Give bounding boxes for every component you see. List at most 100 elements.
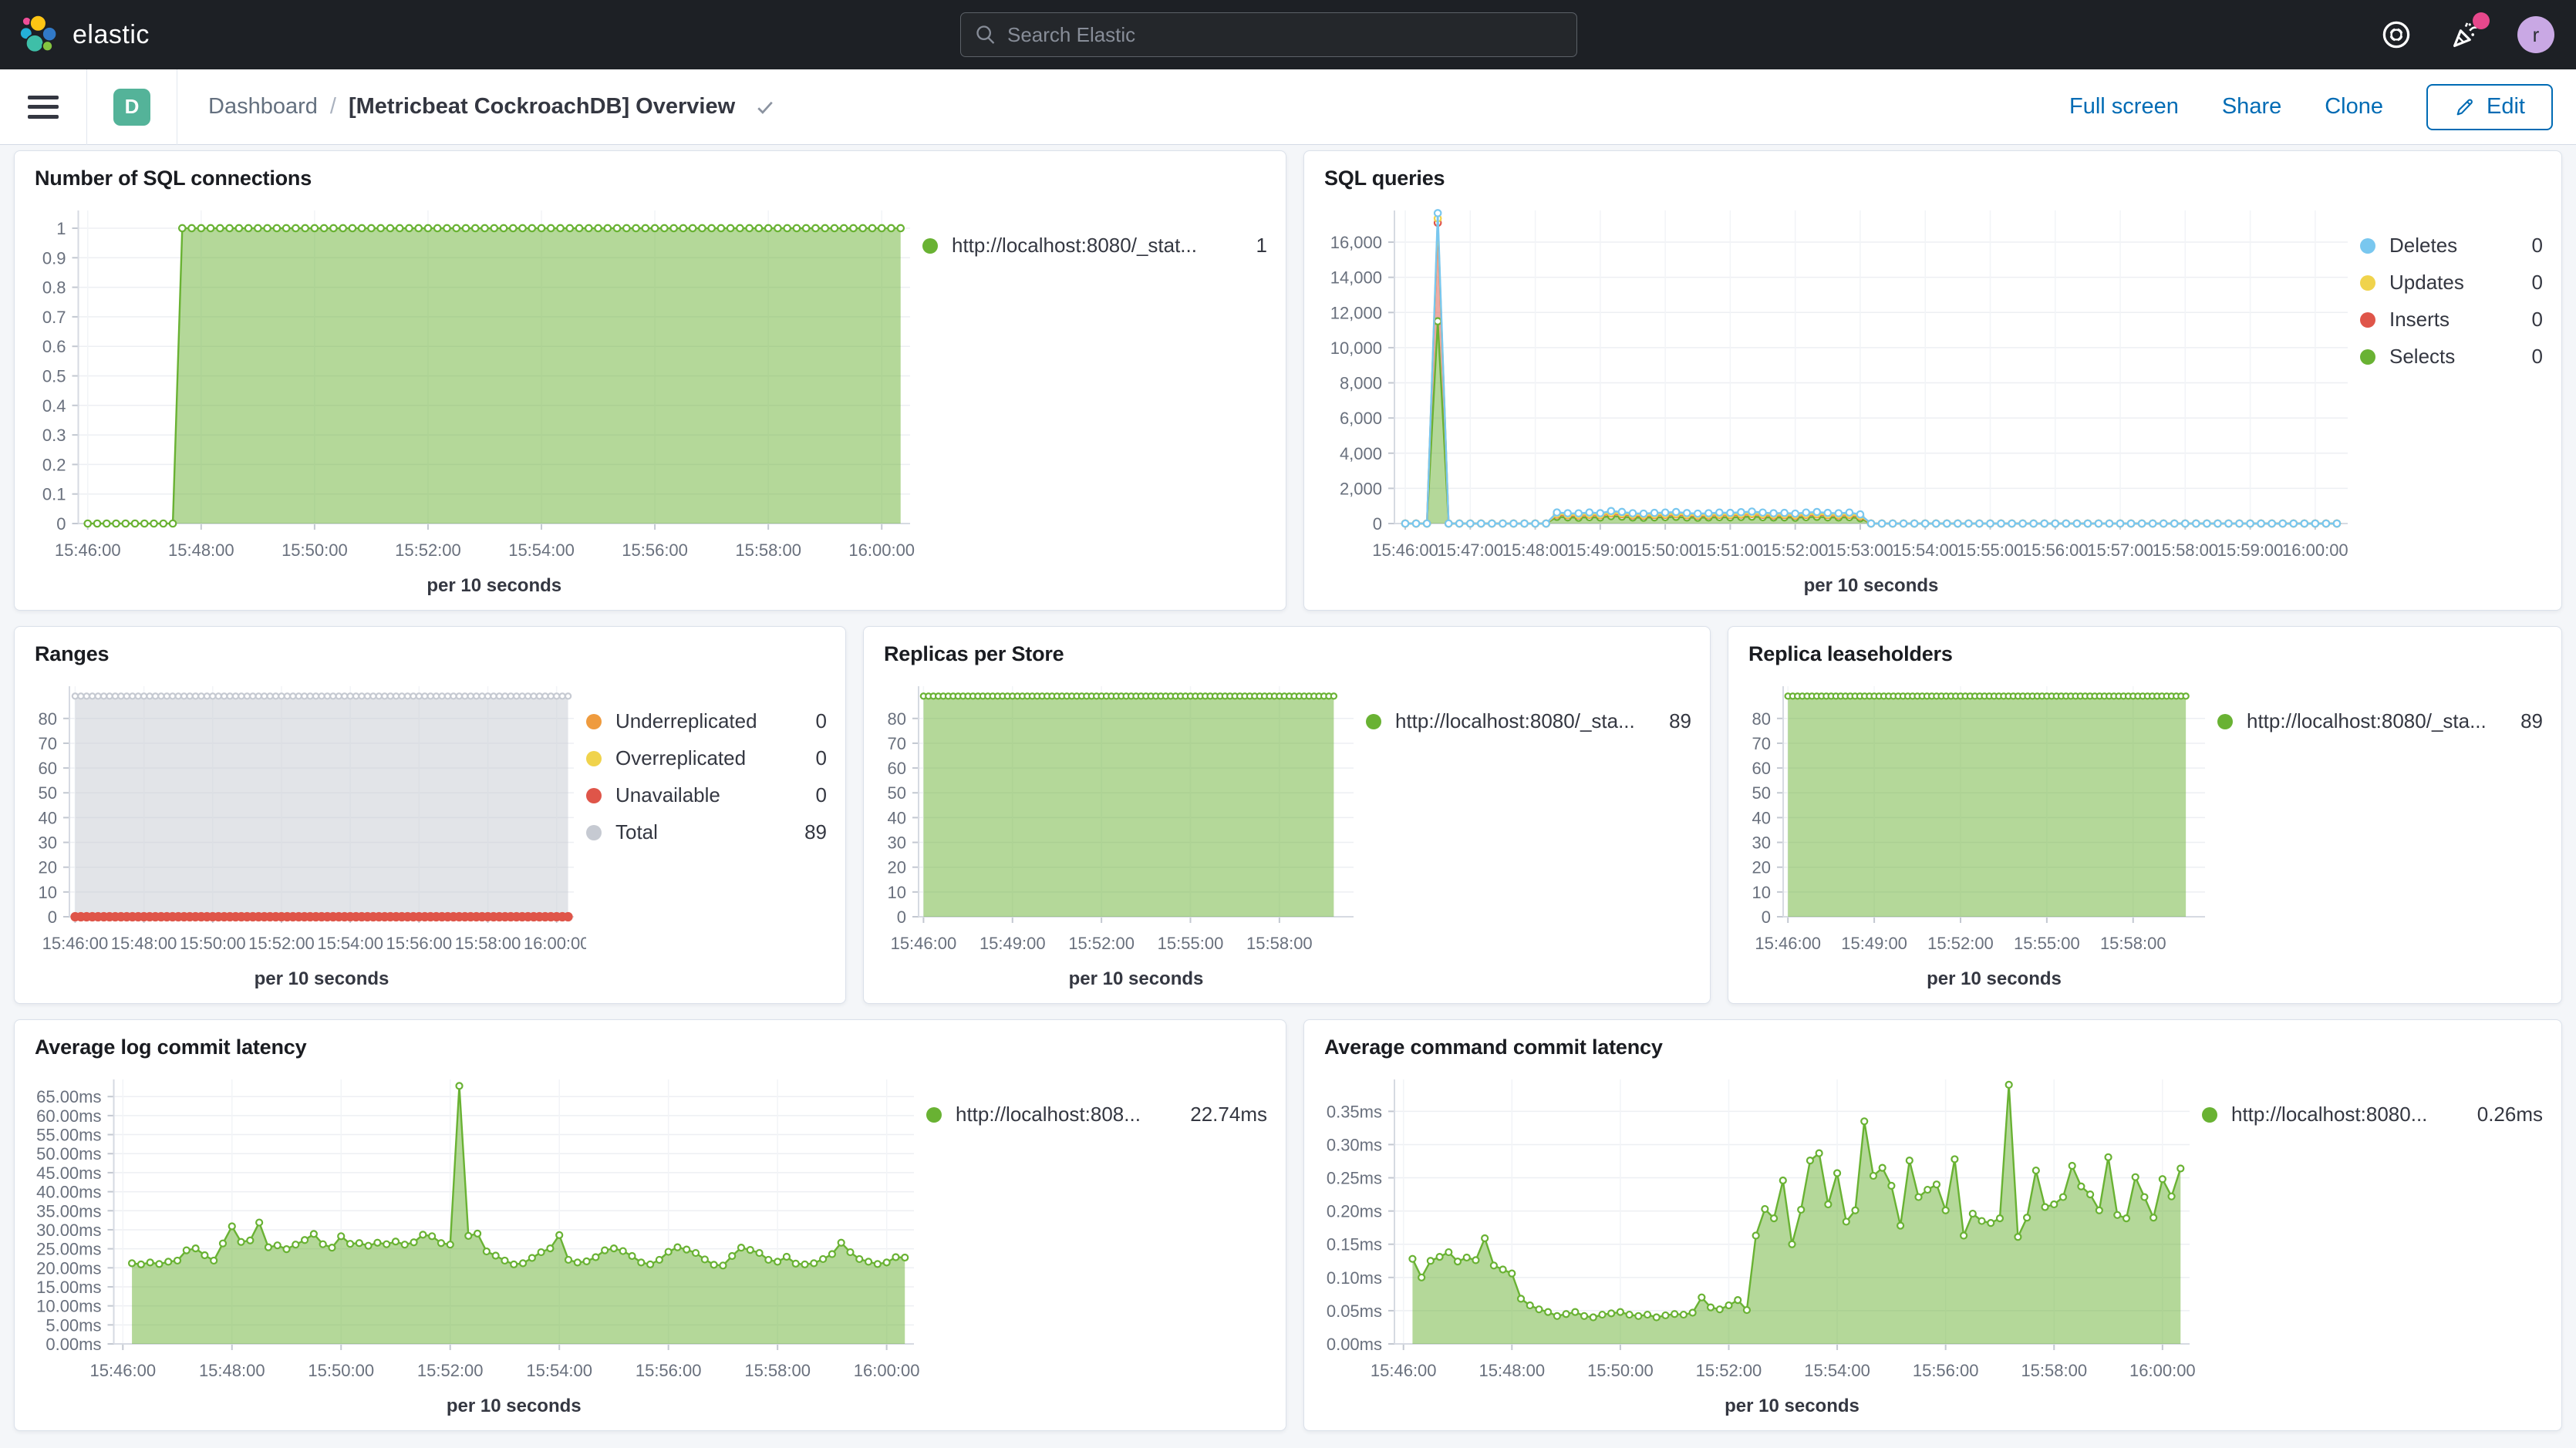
pencil-icon — [2454, 96, 2476, 118]
svg-text:40: 40 — [1752, 808, 1771, 827]
panel-title: Replica leaseholders — [1748, 642, 2541, 666]
svg-text:0.4: 0.4 — [42, 396, 66, 416]
svg-text:60: 60 — [39, 759, 57, 778]
legend-item[interactable]: http://localhost:808...22.74ms — [926, 1103, 1267, 1126]
space-avatar[interactable]: D — [113, 89, 150, 126]
svg-text:15:46:00: 15:46:00 — [1372, 540, 1438, 560]
clone-button[interactable]: Clone — [2325, 94, 2383, 120]
chart-plot[interactable]: 02,0004,0006,0008,00010,00012,00014,0001… — [1309, 192, 2360, 604]
legend-item[interactable]: Total89 — [586, 820, 827, 844]
svg-text:0.15ms: 0.15ms — [1327, 1235, 1382, 1254]
toolbar-divider — [86, 69, 87, 145]
svg-text:35.00ms: 35.00ms — [36, 1201, 101, 1221]
svg-text:2,000: 2,000 — [1340, 479, 1382, 498]
svg-text:0: 0 — [56, 514, 66, 534]
svg-text:10: 10 — [888, 883, 906, 902]
chart-plot[interactable]: 0.00ms0.05ms0.10ms0.15ms0.20ms0.25ms0.30… — [1309, 1061, 2202, 1424]
svg-text:15:55:00: 15:55:00 — [1957, 540, 2024, 560]
svg-text:per 10 seconds: per 10 seconds — [1069, 968, 1204, 989]
svg-text:16:00:00: 16:00:00 — [524, 934, 586, 953]
svg-text:1: 1 — [56, 219, 66, 238]
svg-text:0.2: 0.2 — [42, 455, 66, 474]
chart-legend: Deletes0 Updates0 Inserts0 Selects0 — [2360, 192, 2549, 604]
search-input[interactable] — [1007, 23, 1563, 47]
svg-text:70: 70 — [39, 734, 57, 753]
svg-text:15:56:00: 15:56:00 — [636, 1361, 702, 1380]
full-screen-button[interactable]: Full screen — [2069, 94, 2179, 120]
legend-item[interactable]: Underreplicated0 — [586, 709, 827, 733]
panel-command-commit-latency: Average command commit latency 0.00ms0.0… — [1303, 1019, 2562, 1431]
logo-text: elastic — [72, 20, 150, 50]
legend-item[interactable]: Deletes0 — [2360, 234, 2543, 258]
svg-text:15:54:00: 15:54:00 — [526, 1361, 592, 1380]
help-icon[interactable] — [2379, 17, 2414, 52]
legend-item[interactable]: http://localhost:8080/_sta...89 — [2217, 709, 2543, 733]
edit-button-label: Edit — [2487, 94, 2525, 120]
svg-text:80: 80 — [39, 709, 57, 729]
svg-text:60: 60 — [1752, 759, 1771, 778]
svg-text:15:51:00: 15:51:00 — [1698, 540, 1764, 560]
chart-plot[interactable]: 0102030405060708015:46:0015:48:0015:50:0… — [19, 668, 586, 997]
svg-text:15:55:00: 15:55:00 — [1158, 934, 1224, 953]
chart-plot[interactable]: 0.00ms5.00ms10.00ms15.00ms20.00ms25.00ms… — [19, 1061, 926, 1424]
svg-text:40: 40 — [39, 808, 57, 827]
svg-text:70: 70 — [1752, 734, 1771, 753]
news-icon[interactable] — [2448, 17, 2483, 52]
svg-text:70: 70 — [888, 734, 906, 753]
svg-text:0.5: 0.5 — [42, 366, 66, 386]
legend-item[interactable]: Overreplicated0 — [586, 746, 827, 770]
legend-series-value: 89 — [2515, 709, 2543, 733]
svg-text:per 10 seconds: per 10 seconds — [255, 968, 389, 989]
legend-series-dot — [926, 1107, 942, 1123]
svg-text:0.3: 0.3 — [42, 426, 66, 445]
svg-text:15:54:00: 15:54:00 — [1892, 540, 1958, 560]
svg-text:20.00ms: 20.00ms — [36, 1258, 101, 1278]
chart-plot[interactable]: 0102030405060708015:46:0015:49:0015:52:0… — [1733, 668, 2217, 997]
user-avatar[interactable]: r — [2517, 16, 2554, 53]
svg-text:15:52:00: 15:52:00 — [1068, 934, 1135, 953]
panel-replica-leaseholders: Replica leaseholders 0102030405060708015… — [1728, 626, 2562, 1004]
legend-series-dot — [922, 238, 938, 254]
svg-text:4,000: 4,000 — [1340, 444, 1382, 463]
svg-text:0.05ms: 0.05ms — [1327, 1302, 1382, 1321]
legend-item[interactable]: Updates0 — [2360, 271, 2543, 295]
svg-text:15:58:00: 15:58:00 — [2021, 1361, 2087, 1380]
edit-button[interactable]: Edit — [2426, 84, 2553, 130]
chart-canvas: 0.00ms0.05ms0.10ms0.15ms0.20ms0.25ms0.30… — [1309, 1061, 2202, 1424]
legend-series-dot — [586, 714, 602, 729]
chart-legend: http://localhost:8080/_stat...1 — [922, 192, 1273, 604]
breadcrumb: Dashboard / [Metricbeat CockroachDB] Ove… — [208, 94, 777, 120]
svg-text:0: 0 — [1762, 908, 1771, 927]
svg-text:50.00ms: 50.00ms — [36, 1144, 101, 1163]
svg-text:15:58:00: 15:58:00 — [735, 540, 801, 560]
breadcrumb-dashboard-link[interactable]: Dashboard — [208, 94, 318, 120]
svg-text:15:48:00: 15:48:00 — [199, 1361, 265, 1380]
legend-series-dot — [1366, 714, 1381, 729]
dashboard-toolbar: D Dashboard / [Metricbeat CockroachDB] O… — [0, 69, 2576, 145]
svg-text:15:46:00: 15:46:00 — [42, 934, 109, 953]
legend-item[interactable]: Inserts0 — [2360, 308, 2543, 332]
legend-item[interactable]: http://localhost:8080/_stat...1 — [922, 234, 1267, 258]
panel-title: SQL queries — [1324, 167, 2541, 190]
legend-item[interactable]: Unavailable0 — [586, 783, 827, 807]
svg-text:15:58:00: 15:58:00 — [455, 934, 521, 953]
legend-item[interactable]: Selects0 — [2360, 345, 2543, 369]
svg-text:14,000: 14,000 — [1330, 268, 1382, 288]
svg-text:6,000: 6,000 — [1340, 409, 1382, 428]
legend-item[interactable]: http://localhost:8080...0.26ms — [2202, 1103, 2543, 1126]
elastic-logo[interactable]: elastic — [20, 15, 150, 55]
svg-text:0.35ms: 0.35ms — [1327, 1102, 1382, 1121]
svg-text:per 10 seconds: per 10 seconds — [447, 1396, 582, 1416]
chart-plot[interactable]: 00.10.20.30.40.50.60.70.80.9115:46:0015:… — [19, 192, 922, 604]
global-search[interactable] — [960, 12, 1577, 57]
menu-icon[interactable] — [28, 96, 59, 119]
svg-text:15:49:00: 15:49:00 — [1841, 934, 1907, 953]
svg-text:10,000: 10,000 — [1330, 338, 1382, 358]
legend-series-value: 0 — [799, 709, 827, 733]
legend-item[interactable]: http://localhost:8080/_sta...89 — [1366, 709, 1691, 733]
search-icon — [975, 24, 996, 45]
svg-text:15:58:00: 15:58:00 — [2100, 934, 2166, 953]
share-button[interactable]: Share — [2222, 94, 2281, 120]
panel-title: Average command commit latency — [1324, 1035, 2541, 1059]
chart-plot[interactable]: 0102030405060708015:46:0015:49:0015:52:0… — [868, 668, 1366, 997]
